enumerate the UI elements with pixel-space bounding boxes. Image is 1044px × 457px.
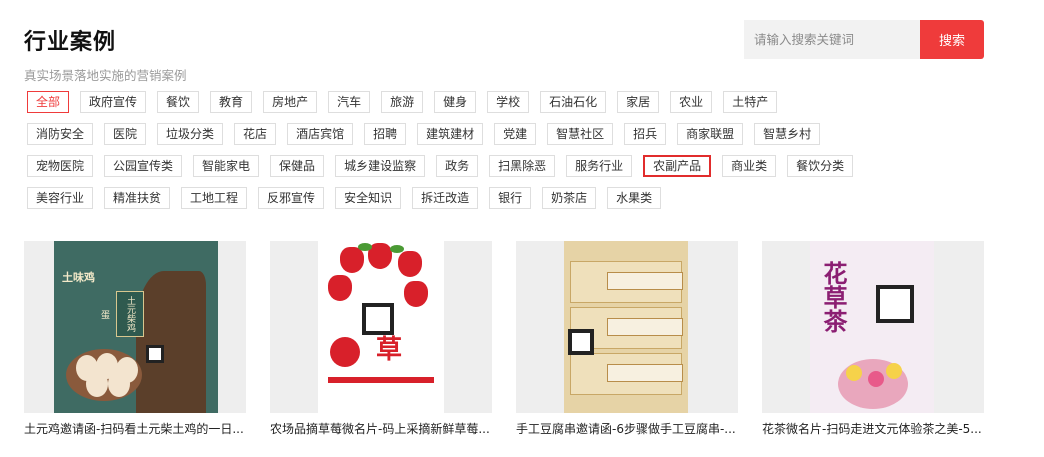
category-tag[interactable]: 教育	[210, 91, 253, 113]
category-tag[interactable]: 保健品	[270, 155, 325, 177]
poster-badge	[330, 337, 360, 367]
category-tag[interactable]: 酒店宾馆	[287, 123, 354, 145]
case-card[interactable]: 花草茶 花茶微名片-扫码走进文元体验茶之美-5...	[762, 241, 984, 437]
category-tag[interactable]: 餐饮	[157, 91, 200, 113]
category-tag[interactable]: 垃圾分类	[157, 123, 224, 145]
qr-code	[876, 285, 914, 323]
category-tag[interactable]: 土特产	[723, 91, 778, 113]
category-tag[interactable]: 拆迁改造	[412, 187, 479, 209]
category-tag[interactable]: 石油石化	[540, 91, 607, 113]
category-tag[interactable]: 商业类	[722, 155, 777, 177]
category-tag[interactable]: 汽车	[328, 91, 371, 113]
card-thumbnail: 土味鸡 土元柴鸡蛋	[24, 241, 246, 413]
category-tag[interactable]: 服务行业	[566, 155, 633, 177]
category-tag[interactable]: 精准扶贫	[104, 187, 171, 209]
category-tag[interactable]: 房地产	[263, 91, 318, 113]
tag-row: 美容行业 精准扶贫 工地工程 反邪宣传 安全知识 拆迁改造 银行 奶茶店 水果类	[27, 187, 877, 211]
poster-image	[564, 241, 688, 413]
tag-row: 消防安全 医院 垃圾分类 花店 酒店宾馆 招聘 建筑建材 党建 智慧社区 招兵 商家联盟 智慧乡村	[27, 123, 877, 147]
category-tag[interactable]: 智能家电	[193, 155, 260, 177]
page-subtitle: 真实场景落地实施的营销案例	[24, 68, 187, 83]
poster-image: 草	[318, 241, 444, 413]
poster-brand: 土味鸡	[62, 271, 95, 284]
poster-egg-basket	[66, 349, 142, 401]
card-title: 农场品摘草莓微名片-码上采摘新鲜草莓...	[270, 422, 490, 436]
category-tag[interactable]: 消防安全	[27, 123, 94, 145]
poster-label: 土元柴鸡蛋	[99, 291, 144, 337]
case-card[interactable]: 草 农场品摘草莓微名片-码上采摘新鲜草莓...	[270, 241, 492, 437]
tag-row: 宠物医院 公园宣传类 智能家电 保健品 城乡建设监察 政务 扫黑除恶 服务行业 农副产品 商业类餐…	[27, 155, 877, 179]
category-tag[interactable]: 美容行业	[27, 187, 94, 209]
card-title: 花茶微名片-扫码走进文元体验茶之美-5...	[762, 422, 982, 436]
qr-code	[146, 345, 164, 363]
category-tag[interactable]: 餐饮分类	[787, 155, 854, 177]
poster-tree	[136, 271, 206, 413]
category-tag[interactable]: 宠物医院	[27, 155, 94, 177]
category-tag[interactable]: 党建	[494, 123, 537, 145]
category-tag[interactable]: 公园宣传类	[104, 155, 183, 177]
qr-code	[568, 329, 594, 355]
category-tag[interactable]: 健身	[434, 91, 477, 113]
category-tag[interactable]: 农副产品	[643, 155, 712, 177]
poster-headline: 花草茶	[819, 261, 848, 333]
card-title: 土元鸡邀请函-扫码看土元柴土鸡的一日...	[24, 422, 244, 436]
poster-headline: 草	[376, 335, 403, 365]
category-tag[interactable]: 家居	[617, 91, 660, 113]
category-tag[interactable]: 学校	[487, 91, 530, 113]
search-bar: 搜索	[744, 20, 984, 59]
category-tag[interactable]: 扫黑除恶	[489, 155, 556, 177]
category-tag[interactable]: 农业	[670, 91, 713, 113]
card-thumbnail	[516, 241, 738, 413]
category-tag[interactable]: 银行	[489, 187, 532, 209]
category-tag-list: 全部 政府宣传 餐饮 教育 房地产 汽车 旅游 健身 学校 石油石化 家居 农业 土特产 消防安全 医院 垃圾…	[27, 91, 877, 219]
poster-image: 土味鸡 土元柴鸡蛋	[54, 241, 218, 413]
category-tag[interactable]: 城乡建设监察	[335, 155, 426, 177]
tag-row: 全部 政府宣传 餐饮 教育 房地产 汽车 旅游 健身 学校 石油石化 家居 农业 土特产	[27, 91, 877, 115]
card-title: 手工豆腐串邀请函-6步骤做手工豆腐串-...	[516, 422, 736, 436]
category-tag[interactable]: 智慧社区	[547, 123, 614, 145]
page-title: 行业案例	[24, 30, 117, 55]
category-tag[interactable]: 商家联盟	[677, 123, 744, 145]
search-button[interactable]: 搜索	[920, 20, 984, 59]
category-tag[interactable]: 智慧乡村	[754, 123, 821, 145]
poster-image: 花草茶	[810, 241, 934, 413]
card-thumbnail: 花草茶	[762, 241, 984, 413]
category-tag[interactable]: 招聘	[364, 123, 407, 145]
category-tag[interactable]: 政务	[436, 155, 479, 177]
category-tag[interactable]: 招兵	[624, 123, 667, 145]
case-card[interactable]: 土味鸡 土元柴鸡蛋 土元鸡邀请函-扫码看土元柴土鸡的一日...	[24, 241, 246, 437]
case-card[interactable]: 手工豆腐串邀请函-6步骤做手工豆腐串-...	[516, 241, 738, 437]
category-tag[interactable]: 水果类	[607, 187, 662, 209]
search-input[interactable]	[744, 20, 920, 59]
category-tag[interactable]: 工地工程	[181, 187, 248, 209]
category-tag[interactable]: 医院	[104, 123, 147, 145]
card-thumbnail: 草	[270, 241, 492, 413]
category-tag[interactable]: 建筑建材	[417, 123, 484, 145]
category-tag[interactable]: 政府宣传	[80, 91, 147, 113]
case-card-list: 土味鸡 土元柴鸡蛋 土元鸡邀请函-扫码看土元柴土鸡的一日... 草 农场品摘草莓…	[24, 241, 984, 437]
category-tag[interactable]: 全部	[27, 91, 70, 113]
poster-strip	[328, 377, 434, 383]
category-tag[interactable]: 花店	[234, 123, 277, 145]
category-tag[interactable]: 旅游	[381, 91, 424, 113]
category-tag[interactable]: 奶茶店	[542, 187, 597, 209]
category-tag[interactable]: 反邪宣传	[258, 187, 325, 209]
category-tag[interactable]: 安全知识	[335, 187, 402, 209]
